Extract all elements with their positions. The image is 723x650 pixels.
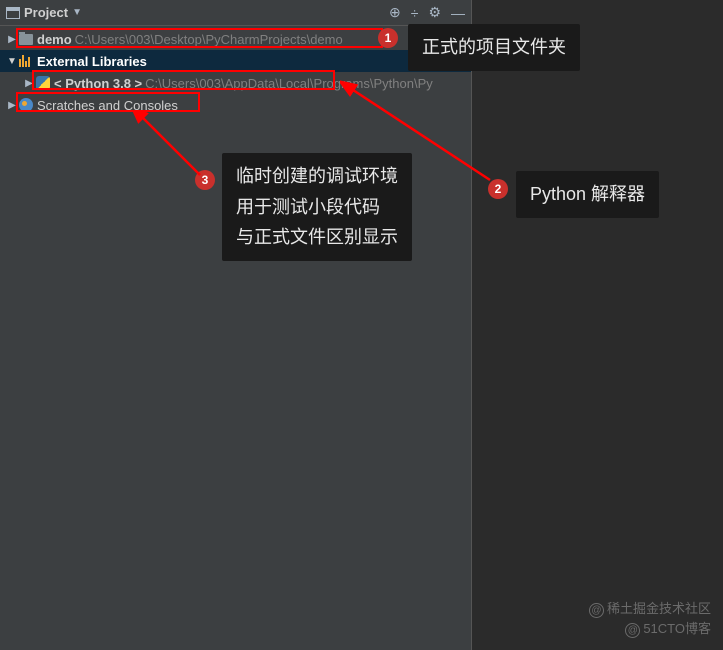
demo-folder-path: C:\Users\003\Desktop\PyCharmProjects\dem… bbox=[75, 32, 343, 47]
expand-arrow-icon[interactable]: ▶ bbox=[22, 78, 36, 89]
python-interpreter-name: < Python 3.8 > bbox=[54, 76, 142, 91]
hide-panel-icon[interactable]: — bbox=[451, 5, 465, 21]
project-tree: ▶ demo C:\Users\003\Desktop\PyCharmProje… bbox=[0, 26, 471, 116]
python-interpreter-path: C:\Users\003\AppData\Local\Programs\Pyth… bbox=[145, 76, 433, 91]
watermark-1: @稀土掘金技术社区 bbox=[589, 598, 711, 618]
annotation-text-1: 正式的项目文件夹 bbox=[422, 37, 566, 57]
annotation-badge-1: 1 bbox=[378, 28, 398, 48]
folder-icon bbox=[19, 34, 33, 45]
tree-row-scratches[interactable]: ▶ Scratches and Consoles bbox=[0, 94, 471, 116]
project-header: Project ▼ ⊕ ÷ ⚙ — bbox=[0, 0, 471, 26]
annotation-text-3-line3: 与正式文件区别显示 bbox=[236, 222, 398, 253]
annotation-box-1: 正式的项目文件夹 bbox=[408, 24, 580, 71]
watermark-2: @51CTO博客 bbox=[625, 618, 711, 638]
collapse-all-icon[interactable]: ÷ bbox=[411, 5, 419, 21]
scratches-label: Scratches and Consoles bbox=[37, 98, 178, 113]
watermark-icon: @ bbox=[625, 623, 640, 638]
project-window-icon bbox=[6, 7, 20, 19]
library-icon bbox=[19, 55, 33, 67]
project-dropdown-arrow[interactable]: ▼ bbox=[72, 7, 82, 18]
expand-arrow-icon[interactable]: ▶ bbox=[5, 100, 19, 111]
settings-gear-icon[interactable]: ⚙ bbox=[428, 4, 441, 21]
expand-arrow-down-icon[interactable]: ▼ bbox=[5, 56, 19, 67]
tree-row-python[interactable]: ▶ < Python 3.8 > C:\Users\003\AppData\Lo… bbox=[0, 72, 471, 94]
editor-empty-area bbox=[472, 0, 723, 650]
python-icon bbox=[36, 76, 50, 90]
demo-folder-name: demo bbox=[37, 32, 72, 47]
annotation-box-3: 临时创建的调试环境 用于测试小段代码 与正式文件区别显示 bbox=[222, 153, 412, 261]
annotation-box-2: Python 解释器 bbox=[516, 171, 659, 218]
external-libraries-label: External Libraries bbox=[37, 54, 147, 69]
project-sidebar: Project ▼ ⊕ ÷ ⚙ — ▶ demo C:\Users\003\De… bbox=[0, 0, 472, 650]
tree-row-demo[interactable]: ▶ demo C:\Users\003\Desktop\PyCharmProje… bbox=[0, 28, 471, 50]
annotation-badge-2: 2 bbox=[488, 179, 508, 199]
project-title: Project bbox=[24, 5, 68, 20]
select-opened-file-icon[interactable]: ⊕ bbox=[389, 4, 401, 21]
scratches-icon bbox=[19, 98, 33, 112]
tree-row-external-libraries[interactable]: ▼ External Libraries bbox=[0, 50, 471, 72]
annotation-text-2: Python 解释器 bbox=[530, 184, 645, 204]
watermark-icon: @ bbox=[589, 603, 604, 618]
annotation-badge-3: 3 bbox=[195, 170, 215, 190]
annotation-text-3-line1: 临时创建的调试环境 bbox=[236, 161, 398, 192]
annotation-text-3-line2: 用于测试小段代码 bbox=[236, 192, 398, 223]
expand-arrow-icon[interactable]: ▶ bbox=[5, 34, 19, 45]
